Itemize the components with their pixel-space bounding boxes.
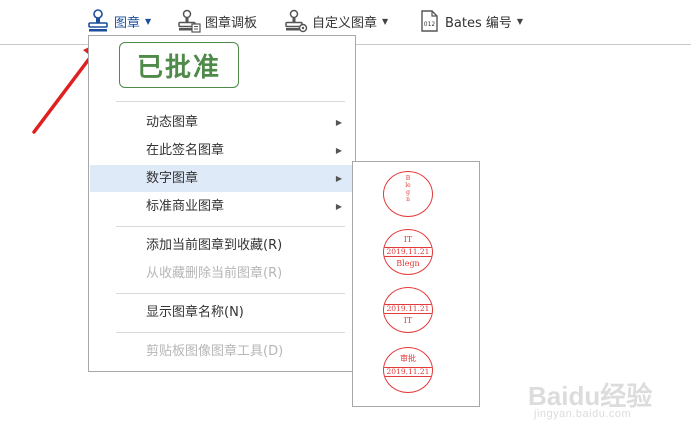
menu-item-label: 添加当前图章到收藏(R) bbox=[146, 238, 283, 253]
stamp-bottom-text: IT bbox=[403, 316, 413, 325]
menu-item-label: 从收藏删除当前图章(R) bbox=[146, 266, 283, 281]
menu-item-label: 数字图章 bbox=[146, 171, 199, 186]
menu-separator bbox=[116, 101, 345, 102]
menu-item-label: 在此签名图章 bbox=[146, 143, 225, 158]
menu-separator bbox=[116, 226, 345, 227]
stamp-date: 2019.11.21 bbox=[384, 367, 432, 377]
stamp-bottom-text: Blegn bbox=[396, 259, 420, 268]
chevron-right-icon: ▶ bbox=[335, 146, 342, 155]
baidu-jingyan-watermark: Baidu经验 jingyan.baidu.com bbox=[528, 376, 678, 428]
stamp-date: 2019.11.21 bbox=[384, 247, 432, 257]
menu-item-digital-stamps[interactable]: 数字图章 ▶ bbox=[90, 165, 354, 192]
digital-stamp-approval-date[interactable]: 审批 2019.11.21 bbox=[383, 347, 433, 393]
chevron-right-icon: ▶ bbox=[335, 202, 342, 211]
menu-item-label: 剪贴板图像图章工具(D) bbox=[146, 344, 284, 359]
menu-item-label: 显示图章名称(N) bbox=[146, 305, 244, 320]
menu-separator bbox=[116, 332, 345, 333]
approved-stamp-preview[interactable]: 已批准 bbox=[119, 42, 239, 88]
menu-item-label: 标准商业图章 bbox=[146, 199, 225, 214]
digital-stamp-it-date-name[interactable]: IT 2019.11.21 Blegn bbox=[383, 229, 433, 275]
digital-stamp-name[interactable]: Blegn bbox=[383, 171, 433, 217]
menu-item-dynamic-stamps[interactable]: 动态图章 ▶ bbox=[90, 109, 354, 136]
digital-stamps-submenu: Blegn IT 2019.11.21 Blegn 2019.11.21 IT … bbox=[352, 161, 480, 407]
menu-item-show-stamp-names[interactable]: 显示图章名称(N) bbox=[90, 299, 354, 326]
digital-stamp-date-it[interactable]: 2019.11.21 IT bbox=[383, 287, 433, 333]
menu-item-standard-business-stamps[interactable]: 标准商业图章 ▶ bbox=[90, 193, 354, 220]
menu-item-clipboard-image-stamp-tool: 剪贴板图像图章工具(D) bbox=[90, 338, 354, 365]
chevron-right-icon: ▶ bbox=[335, 118, 342, 127]
stamp-top-text: 审批 bbox=[400, 354, 416, 363]
stamp-vertical-text: Blegn bbox=[405, 175, 411, 203]
menu-item-remove-from-favorites: 从收藏删除当前图章(R) bbox=[90, 260, 354, 287]
chevron-right-icon: ▶ bbox=[335, 174, 342, 183]
stamp-dropdown-menu: 已批准 动态图章 ▶ 在此签名图章 ▶ 数字图章 ▶ 标准商业图章 ▶ 添加当前… bbox=[88, 35, 356, 372]
stamp-top-text: IT bbox=[403, 235, 413, 244]
menu-item-add-to-favorites[interactable]: 添加当前图章到收藏(R) bbox=[90, 232, 354, 259]
stamp-date: 2019.11.21 bbox=[384, 304, 432, 314]
watermark-url: jingyan.baidu.com bbox=[534, 408, 632, 420]
menu-item-label: 动态图章 bbox=[146, 115, 199, 130]
menu-separator bbox=[116, 293, 345, 294]
menu-item-sign-here-stamps[interactable]: 在此签名图章 ▶ bbox=[90, 137, 354, 164]
